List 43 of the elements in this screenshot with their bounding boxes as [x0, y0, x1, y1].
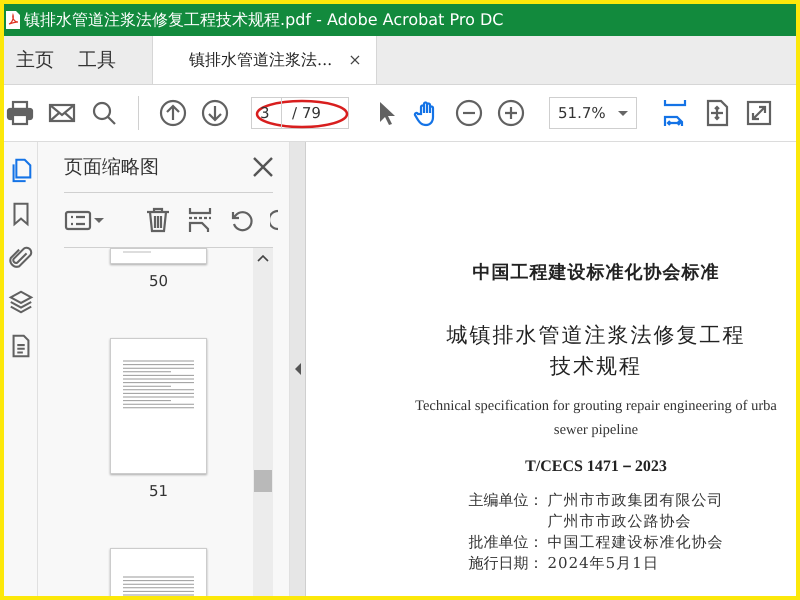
- field-value: 广州市市政公路协会: [548, 512, 692, 531]
- page-count: / 79: [291, 104, 321, 122]
- fit-width-icon[interactable]: [661, 99, 689, 127]
- english-title: Technical specification for grouting repair engineering of urba: [415, 397, 777, 416]
- field-value: 中国工程建设标准化协会: [548, 533, 724, 552]
- page-number-field[interactable]: 3: [252, 98, 282, 128]
- document-tab[interactable]: 镇排水管道注浆法... ×: [152, 36, 377, 84]
- tab-label[interactable]: 镇排水管道注浆法...: [189, 50, 332, 70]
- page-number: 50: [148, 272, 168, 290]
- scroll-up-icon[interactable]: [257, 254, 269, 262]
- standard-heading: 中国工程建设标准化协会标准: [472, 261, 720, 284]
- nav-tab[interactable]: 主页: [4, 36, 66, 84]
- collapse-arrow-icon[interactable]: [294, 363, 300, 375]
- window-title: 镇排水管道注浆法修复工程技术规程.pdf - Adobe Acrobat Pro DC: [24, 10, 504, 30]
- full-screen-icon[interactable]: [745, 99, 773, 127]
- print-icon[interactable]: [6, 99, 34, 127]
- zoom-dropdown[interactable]: 51.7%: [549, 97, 637, 129]
- page-thumbnail[interactable]: [110, 248, 207, 264]
- field-label: 批准单位：: [468, 533, 544, 552]
- scrollbar[interactable]: [253, 248, 273, 596]
- field-value: 2024年5月1日: [548, 554, 660, 573]
- close-icon[interactable]: [253, 157, 273, 177]
- insert-page-icon[interactable]: [186, 206, 214, 234]
- panel-title: 页面缩略图: [64, 155, 159, 180]
- zoom-in-icon[interactable]: [497, 99, 525, 127]
- search-icon[interactable]: [90, 99, 118, 127]
- pdf-file-icon: [6, 11, 20, 29]
- document-title: 城镇排水管道注浆法修复工程: [446, 322, 746, 349]
- layers-icon[interactable]: [8, 288, 34, 316]
- document-title: 技术规程: [550, 353, 642, 380]
- nav-tab[interactable]: 工具: [66, 36, 128, 84]
- trash-icon[interactable]: [144, 206, 172, 234]
- page-number: 51: [148, 482, 168, 500]
- field-label: 施行日期：: [468, 554, 544, 573]
- field-label: 主编单位：: [468, 491, 544, 510]
- field-value: 广州市市政集团有限公司: [548, 491, 724, 510]
- standard-code: T/CECS 1471－2023: [525, 457, 667, 477]
- zoom-out-icon[interactable]: [455, 99, 483, 127]
- english-title: sewer pipeline: [554, 421, 638, 440]
- page-thumbnail[interactable]: [110, 338, 207, 474]
- close-tab-button[interactable]: ×: [348, 50, 362, 70]
- scrollbar-thumb[interactable]: [254, 470, 272, 492]
- page-number-box[interactable]: 3 / 79: [251, 97, 349, 129]
